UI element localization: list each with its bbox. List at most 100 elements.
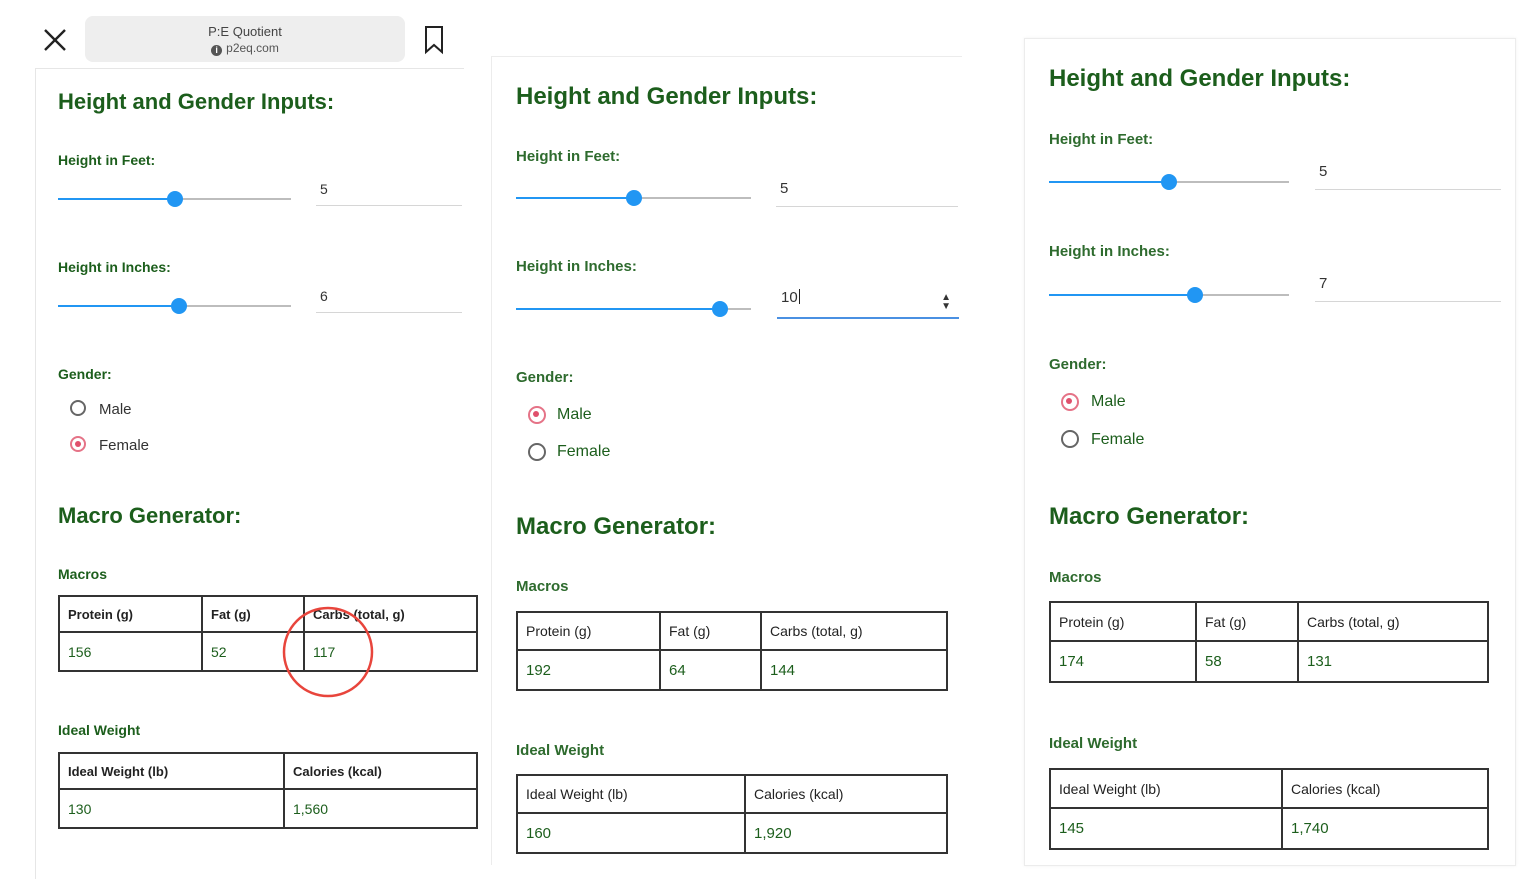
text-caret	[798, 289, 800, 304]
height-feet-input[interactable]: 5	[776, 180, 958, 207]
height-inches-value: 10	[781, 289, 798, 306]
ideal-weight-table: Ideal Weight (lb) Calories (kcal) 145 1,…	[1049, 768, 1489, 850]
height-inches-input[interactable]: 7	[1315, 275, 1501, 302]
male-radio[interactable]	[1061, 393, 1079, 411]
ideal-weight-value: 160	[516, 812, 746, 854]
male-radio[interactable]	[528, 406, 546, 424]
table-header-row: Ideal Weight (lb) Calories (kcal)	[58, 752, 478, 790]
female-radio[interactable]	[70, 436, 86, 452]
height-feet-input[interactable]: 5	[1315, 163, 1501, 190]
bookmark-icon[interactable]	[423, 25, 445, 55]
height-gender-heading: Height and Gender Inputs:	[58, 89, 335, 114]
macros-table: Protein (g) Fat (g) Carbs (total, g) 192…	[516, 611, 948, 691]
female-label[interactable]: Female	[99, 437, 149, 454]
table-header-row: Protein (g) Fat (g) Carbs (total, g)	[58, 595, 478, 633]
height-inches-slider[interactable]	[58, 298, 291, 314]
male-label[interactable]: Male	[99, 401, 132, 418]
ideal-weight-header: Ideal Weight (lb)	[516, 774, 746, 814]
fat-header: Fat (g)	[1195, 601, 1299, 642]
ideal-weight-value: 130	[58, 788, 285, 829]
male-label[interactable]: Male	[1091, 393, 1126, 411]
macros-table: Protein (g) Fat (g) Carbs (total, g) 174…	[1049, 601, 1489, 683]
protein-value: 156	[58, 631, 203, 672]
height-inches-label: Height in Inches:	[1049, 243, 1170, 260]
height-feet-value: 5	[320, 181, 328, 197]
panel-2: Height and Gender Inputs: Height in Feet…	[491, 56, 962, 865]
height-gender-heading: Height and Gender Inputs:	[1049, 65, 1351, 92]
table-row: 160 1,920	[516, 812, 948, 854]
height-feet-label: Height in Feet:	[1049, 131, 1154, 148]
ideal-weight-label: Ideal Weight	[516, 742, 605, 759]
table-header-row: Ideal Weight (lb) Calories (kcal)	[516, 774, 948, 814]
height-inches-slider[interactable]	[516, 301, 751, 317]
height-inches-value: 7	[1319, 275, 1328, 292]
height-feet-label: Height in Feet:	[58, 152, 156, 168]
panel-3: Height and Gender Inputs: Height in Feet…	[1024, 38, 1516, 866]
calories-value: 1,920	[744, 812, 948, 854]
height-inches-value: 6	[320, 288, 328, 304]
gender-label: Gender:	[516, 369, 574, 386]
height-inches-input[interactable]: 6	[316, 288, 462, 313]
male-radio[interactable]	[70, 400, 86, 416]
height-inches-input[interactable]: 10 ▲ ▼	[777, 289, 959, 319]
female-label[interactable]: Female	[1091, 431, 1144, 449]
slider-thumb[interactable]	[171, 298, 188, 314]
carbs-header: Carbs (total, g)	[760, 611, 948, 651]
protein-value: 174	[1049, 640, 1197, 683]
height-inches-slider[interactable]	[1049, 287, 1289, 303]
gender-label: Gender:	[1049, 356, 1107, 373]
height-feet-slider[interactable]	[1049, 174, 1289, 190]
height-feet-slider[interactable]	[58, 191, 291, 207]
ideal-weight-header: Ideal Weight (lb)	[1049, 768, 1283, 809]
macros-table: Protein (g) Fat (g) Carbs (total, g) 156…	[58, 595, 478, 672]
calories-value: 1,740	[1281, 807, 1489, 850]
ideal-weight-table: Ideal Weight (lb) Calories (kcal) 160 1,…	[516, 774, 948, 854]
height-gender-heading: Height and Gender Inputs:	[516, 83, 818, 110]
fat-value: 58	[1195, 640, 1299, 683]
female-radio[interactable]	[528, 443, 546, 461]
fat-value: 64	[659, 649, 762, 691]
protein-header: Protein (g)	[516, 611, 661, 651]
slider-thumb[interactable]	[166, 191, 183, 207]
close-icon[interactable]	[42, 27, 68, 53]
macro-heading: Macro Generator:	[58, 503, 242, 528]
info-icon: i	[211, 45, 223, 56]
table-row: 174 58 131	[1049, 640, 1489, 683]
female-label[interactable]: Female	[557, 443, 610, 461]
slider-thumb[interactable]	[625, 190, 642, 206]
table-header-row: Ideal Weight (lb) Calories (kcal)	[1049, 768, 1489, 809]
table-row: 145 1,740	[1049, 807, 1489, 850]
macro-heading: Macro Generator:	[516, 513, 717, 540]
height-inches-label: Height in Inches:	[516, 258, 637, 275]
spinner-arrows-icon[interactable]: ▲ ▼	[941, 293, 951, 312]
table-row: 156 52 117	[58, 631, 478, 672]
height-feet-value: 5	[1319, 163, 1328, 180]
ideal-weight-label: Ideal Weight	[1049, 735, 1138, 752]
url-box[interactable]: P:E Quotient i p2eq.com	[85, 16, 405, 62]
protein-value: 192	[516, 649, 661, 691]
ideal-weight-value: 145	[1049, 807, 1283, 850]
height-feet-value: 5	[780, 180, 789, 197]
female-radio[interactable]	[1061, 430, 1079, 448]
height-inches-label: Height in Inches:	[58, 259, 171, 275]
slider-thumb[interactable]	[712, 301, 729, 317]
carbs-header: Carbs (total, g)	[1297, 601, 1489, 642]
slider-thumb[interactable]	[1187, 287, 1204, 303]
ideal-weight-header: Ideal Weight (lb)	[58, 752, 285, 790]
domain-text: p2eq.com	[226, 41, 279, 55]
gender-label: Gender:	[58, 366, 112, 382]
protein-header: Protein (g)	[58, 595, 203, 633]
ideal-weight-table: Ideal Weight (lb) Calories (kcal) 130 1,…	[58, 752, 478, 829]
height-feet-input[interactable]: 5	[316, 181, 462, 206]
calories-header: Calories (kcal)	[1281, 768, 1489, 809]
macros-label: Macros	[1049, 569, 1102, 586]
page-domain: i p2eq.com	[85, 41, 405, 56]
carbs-value: 131	[1297, 640, 1489, 683]
carbs-value: 144	[760, 649, 948, 691]
panel-1: Height and Gender Inputs: Height in Feet…	[35, 68, 478, 879]
macro-heading: Macro Generator:	[1049, 503, 1250, 530]
macros-label: Macros	[58, 566, 108, 582]
slider-thumb[interactable]	[1161, 174, 1177, 190]
male-label[interactable]: Male	[557, 406, 592, 424]
height-feet-slider[interactable]	[516, 190, 751, 206]
